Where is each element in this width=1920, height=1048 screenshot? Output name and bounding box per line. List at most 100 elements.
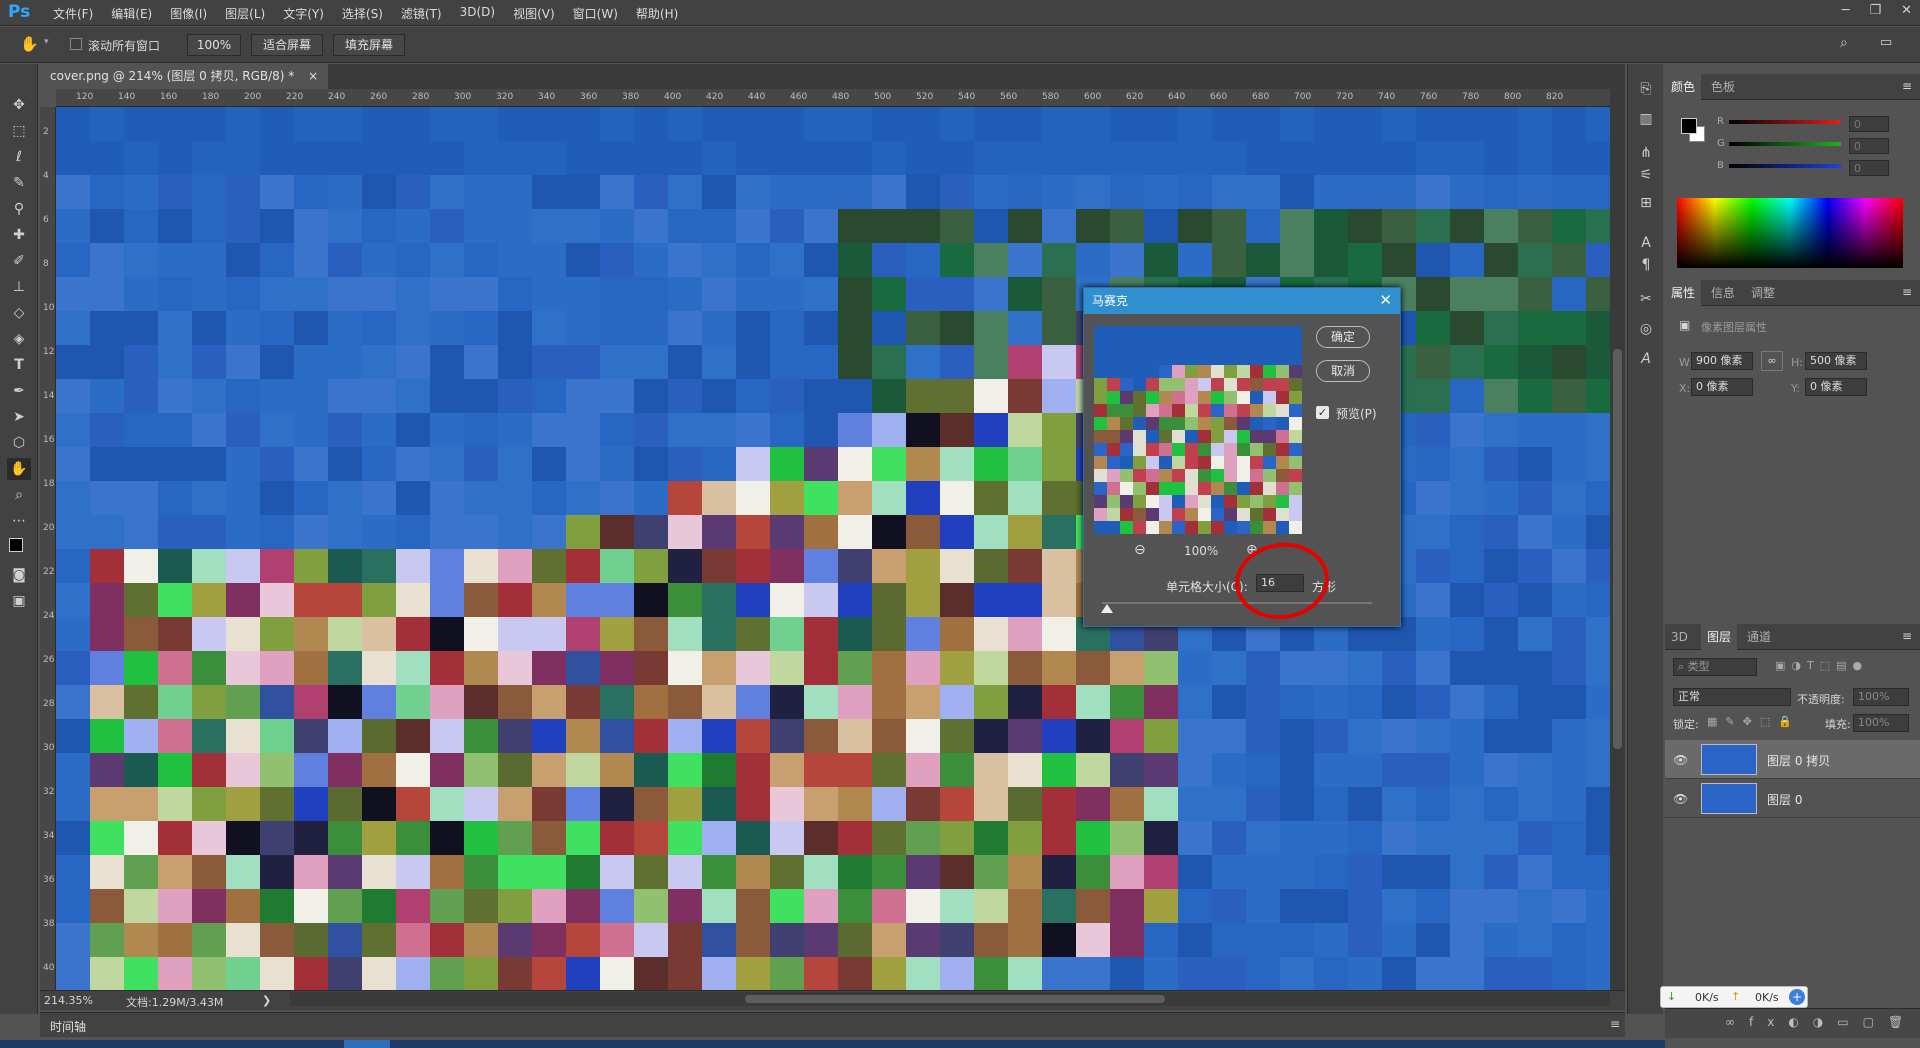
width-field[interactable]: 900 像素 xyxy=(1691,352,1753,370)
foreground-color-swatch[interactable] xyxy=(9,538,23,552)
eraser-tool-icon[interactable]: ◇ xyxy=(7,302,31,324)
menu-item[interactable]: 视图(V) xyxy=(504,5,564,22)
stamp-tool-icon[interactable]: ⊥ xyxy=(7,276,31,298)
timeline-label[interactable]: 时间轴 xyxy=(50,1018,86,1035)
tab-adjustments[interactable]: 调整 xyxy=(1745,280,1781,306)
scroll-all-checkbox[interactable] xyxy=(70,38,82,50)
preview-checkbox[interactable]: ✓ xyxy=(1316,406,1329,419)
channel-slider[interactable] xyxy=(1729,142,1841,146)
blend-mode-select[interactable]: 正常 xyxy=(1673,688,1791,706)
minimize-button[interactable]: ─ xyxy=(1842,3,1850,18)
visibility-eye-icon[interactable]: 👁 xyxy=(1673,753,1688,767)
lock-icons[interactable]: ▦✎✥⬚🔒 xyxy=(1707,715,1800,728)
menu-item[interactable]: 文字(Y) xyxy=(274,5,333,22)
status-menu-arrow[interactable]: ❯ xyxy=(262,994,271,1007)
channel-slider[interactable] xyxy=(1729,120,1841,124)
type-tool-icon[interactable]: T xyxy=(7,354,31,376)
healing-brush-tool-icon[interactable]: ✚ xyxy=(7,224,31,246)
menu-item[interactable]: 文件(F) xyxy=(44,5,102,22)
menu-item[interactable]: 图像(I) xyxy=(161,5,216,22)
chevron-down-icon[interactable]: ▾ xyxy=(44,37,49,47)
panel-menu-icon[interactable]: ≡ xyxy=(1902,79,1912,93)
screen-mode-icon[interactable]: ▣ xyxy=(7,590,31,612)
cell-size-slider-track[interactable] xyxy=(1102,602,1372,604)
panel-menu-icon[interactable]: ≡ xyxy=(1902,285,1912,299)
move-tool-icon[interactable]: ✥ xyxy=(7,94,31,116)
horizontal-scrollbar[interactable] xyxy=(290,992,1610,1006)
horizontal-scroll-thumb[interactable] xyxy=(745,995,1165,1003)
tab-properties[interactable]: 属性 xyxy=(1665,280,1702,306)
marquee-tool-icon[interactable]: ⬚ xyxy=(7,120,31,142)
quick-select-tool-icon[interactable]: ✎ xyxy=(7,172,31,194)
fit-screen-button[interactable]: 适合屏幕 xyxy=(251,34,323,56)
fill-screen-button[interactable]: 填充屏幕 xyxy=(333,34,405,56)
more-tools-icon[interactable]: ⋯ xyxy=(7,510,31,532)
tab-swatches[interactable]: 色板 xyxy=(1705,74,1741,100)
lasso-tool-icon[interactable]: ℓ xyxy=(7,146,31,168)
tab-layers[interactable]: 图层 xyxy=(1701,624,1738,650)
hand-tool-icon[interactable]: ✋ xyxy=(7,458,31,480)
tool-presets-icon[interactable]: ✂ xyxy=(1634,288,1658,310)
zoom-tool-icon[interactable]: ⌕ xyxy=(7,484,31,506)
menu-item[interactable]: 3D(D) xyxy=(451,5,504,22)
brush-settings-icon[interactable]: ⚟ xyxy=(1634,164,1658,186)
panel-menu-icon[interactable]: ≡ xyxy=(1610,1017,1620,1031)
brush-tool-icon[interactable]: ✐ xyxy=(7,250,31,272)
tab-channels[interactable]: 通道 xyxy=(1741,624,1777,650)
menu-item[interactable]: 滤镜(T) xyxy=(392,5,451,22)
glyphs-icon[interactable]: A xyxy=(1634,348,1658,370)
zoom-out-icon[interactable]: ⊖ xyxy=(1134,542,1146,558)
visibility-eye-icon[interactable]: 👁 xyxy=(1673,792,1688,806)
hand-tool-icon[interactable]: ✋ xyxy=(20,35,39,53)
quick-mask-icon[interactable]: ◙ xyxy=(7,564,31,586)
vertical-scroll-thumb[interactable] xyxy=(1613,349,1622,749)
zoom-100-button[interactable]: 100% xyxy=(187,34,241,56)
cc-libraries-icon[interactable]: ◎ xyxy=(1634,318,1658,340)
search-icon[interactable]: ⌕ xyxy=(1840,35,1848,51)
paint-bucket-tool-icon[interactable]: ◈ xyxy=(7,328,31,350)
layer-row[interactable]: 👁 图层 0 xyxy=(1665,779,1920,818)
path-select-tool-icon[interactable]: ➤ xyxy=(7,406,31,428)
ok-button[interactable]: 确定 xyxy=(1316,326,1370,348)
paragraph-icon[interactable]: ¶ xyxy=(1634,254,1658,276)
y-field[interactable]: 0 像素 xyxy=(1805,378,1867,396)
color-spectrum[interactable] xyxy=(1677,198,1903,268)
history-icon[interactable]: ⎘ xyxy=(1634,78,1658,100)
pen-tool-icon[interactable]: ✒ xyxy=(7,380,31,402)
foreground-color-swatch[interactable] xyxy=(1681,118,1697,134)
cell-size-slider-thumb[interactable] xyxy=(1101,604,1114,613)
brushes-icon[interactable]: ⋔ xyxy=(1634,142,1658,164)
menu-item[interactable]: 窗口(W) xyxy=(564,5,627,22)
preview-label[interactable]: 预览(P) xyxy=(1336,405,1377,422)
eyedropper-tool-icon[interactable]: ⚲ xyxy=(7,198,31,220)
workspace-icon[interactable]: ▭ xyxy=(1880,35,1892,50)
layer-row[interactable]: 👁 图层 0 拷贝 xyxy=(1665,740,1920,779)
channel-value-field[interactable]: 0 xyxy=(1849,116,1889,132)
link-icon[interactable]: ∞ xyxy=(1761,351,1783,371)
menu-item[interactable]: 帮助(H) xyxy=(627,5,687,22)
channel-slider[interactable] xyxy=(1729,164,1841,168)
panel-menu-icon[interactable]: ≡ xyxy=(1902,629,1912,643)
close-window-button[interactable]: ✕ xyxy=(1901,3,1912,18)
tab-color[interactable]: 颜色 xyxy=(1665,74,1702,100)
menu-item[interactable]: 图层(L) xyxy=(216,5,274,22)
filter-preview[interactable] xyxy=(1094,326,1302,534)
channel-value-field[interactable]: 0 xyxy=(1849,160,1889,176)
vertical-scrollbar[interactable] xyxy=(1610,89,1625,990)
opacity-field[interactable]: 100% xyxy=(1853,688,1909,706)
close-tab-icon[interactable]: × xyxy=(308,69,318,83)
menu-item[interactable]: 编辑(E) xyxy=(102,5,161,22)
menu-item[interactable]: 选择(S) xyxy=(333,5,392,22)
histogram-icon[interactable]: ▥ xyxy=(1634,108,1658,130)
layer-filter-icons[interactable]: ▣◑T⬚▤● xyxy=(1775,659,1868,672)
tab-info[interactable]: 信息 xyxy=(1705,280,1741,306)
close-icon[interactable]: ✕ xyxy=(1379,291,1392,309)
document-tab[interactable]: cover.png @ 214% (图层 0 拷贝, RGB/8) * × xyxy=(40,64,329,89)
tab-3d[interactable]: 3D xyxy=(1665,624,1694,650)
height-field[interactable]: 500 像素 xyxy=(1805,352,1867,370)
clone-source-icon[interactable]: ⊞ xyxy=(1634,192,1658,214)
restore-button[interactable]: ❐ xyxy=(1869,3,1881,18)
layers-footer-icons[interactable]: ∞fx◐◑▭▢🗑 xyxy=(1725,1015,1917,1029)
add-icon[interactable]: + xyxy=(1789,989,1805,1005)
channel-value-field[interactable]: 0 xyxy=(1849,138,1889,154)
